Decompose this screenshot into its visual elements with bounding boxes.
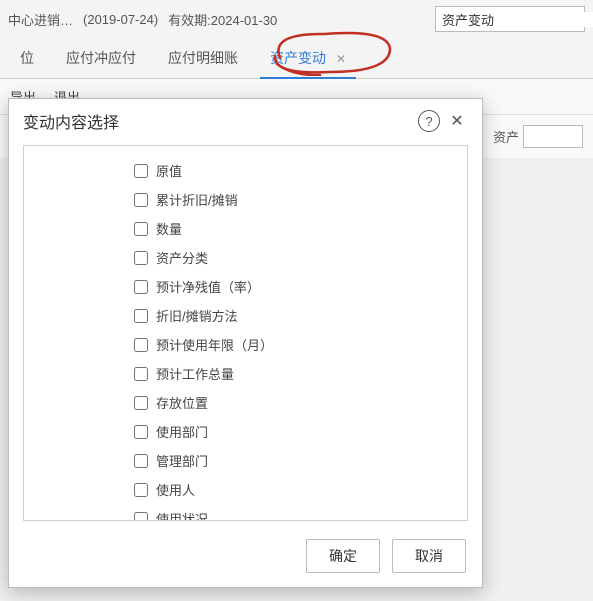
modal-header: 变动内容选择 ? ✕: [9, 99, 482, 143]
option-checkbox[interactable]: [134, 251, 148, 265]
option-item[interactable]: 使用部门: [134, 417, 467, 446]
option-item[interactable]: 资产分类: [134, 243, 467, 272]
search-box[interactable]: [435, 6, 585, 32]
option-label: 预计工作总量: [156, 364, 234, 383]
tab-item-3[interactable]: 资产变动 ✕: [254, 38, 362, 78]
modal-title: 变动内容选择: [23, 109, 412, 133]
option-item[interactable]: 预计净残值（率）: [134, 272, 467, 301]
header-bar: 中心进销… (2019-07-24) 有效期:2024-01-30: [0, 0, 593, 38]
option-item[interactable]: 数量: [134, 214, 467, 243]
option-item[interactable]: 使用人: [134, 475, 467, 504]
tab-item-0[interactable]: 位: [4, 38, 50, 78]
tab-label: 应付冲应付: [66, 50, 136, 66]
header-date: (2019-07-24): [83, 12, 158, 27]
search-input[interactable]: [442, 12, 593, 27]
option-item[interactable]: 管理部门: [134, 446, 467, 475]
modal-dialog: 变动内容选择 ? ✕ 原值累计折旧/摊销数量资产分类预计净残值（率） 折旧/摊销方…: [8, 98, 483, 588]
option-label: 数量: [156, 219, 182, 238]
tab-label: 资产变动: [270, 50, 326, 66]
option-label: 使用部门: [156, 422, 208, 441]
app-title: 中心进销…: [8, 10, 73, 29]
option-label: 预计使用年限（月）: [156, 335, 273, 354]
option-checkbox[interactable]: [134, 425, 148, 439]
tab-label: 应付明细账: [168, 50, 238, 66]
help-icon[interactable]: ?: [418, 110, 440, 132]
option-item[interactable]: 累计折旧/摊销: [134, 185, 467, 214]
asset-input[interactable]: [523, 125, 583, 148]
option-item[interactable]: 使用状况: [134, 504, 467, 521]
option-checkbox[interactable]: [134, 193, 148, 207]
tab-label: 位: [20, 50, 34, 66]
tab-bar: 位 应付冲应付 应付明细账 资产变动 ✕: [0, 38, 593, 79]
option-checkbox[interactable]: [134, 309, 148, 323]
option-label: 存放位置: [156, 393, 208, 412]
option-label: 预计净残值（率）: [156, 277, 260, 296]
option-label: 原值: [156, 161, 182, 180]
header-validity: 有效期:2024-01-30: [168, 10, 277, 29]
option-item[interactable]: 折旧/摊销方法: [134, 301, 467, 330]
modal-body: 原值累计折旧/摊销数量资产分类预计净残值（率） 折旧/摊销方法预计使用年限（月） 预…: [23, 145, 468, 521]
option-checkbox[interactable]: [134, 454, 148, 468]
close-icon[interactable]: ✕: [446, 110, 468, 132]
option-item[interactable]: 预计使用年限（月）: [134, 330, 467, 359]
option-checkbox[interactable]: [134, 338, 148, 352]
tab-item-2[interactable]: 应付明细账: [152, 38, 254, 78]
option-label: 使用状况: [156, 509, 208, 521]
modal-footer: 确定 取消: [9, 529, 482, 587]
option-label: 资产分类: [156, 248, 208, 267]
option-checkbox[interactable]: [134, 396, 148, 410]
option-checkbox[interactable]: [134, 222, 148, 236]
option-checkbox[interactable]: [134, 280, 148, 294]
option-checkbox[interactable]: [134, 367, 148, 381]
option-checkbox[interactable]: [134, 512, 148, 522]
option-checkbox[interactable]: [134, 483, 148, 497]
option-item[interactable]: 原值: [134, 156, 467, 185]
cancel-button[interactable]: 取消: [392, 539, 466, 573]
option-item[interactable]: 预计工作总量: [134, 359, 467, 388]
option-label: 折旧/摊销方法: [156, 306, 238, 325]
option-label: 使用人: [156, 480, 195, 499]
tab-item-1[interactable]: 应付冲应付: [50, 38, 152, 78]
ok-button[interactable]: 确定: [306, 539, 380, 573]
asset-label: 资产: [493, 127, 519, 146]
option-label: 累计折旧/摊销: [156, 190, 238, 209]
close-icon[interactable]: ✕: [336, 52, 346, 66]
option-item[interactable]: 存放位置: [134, 388, 467, 417]
option-label: 管理部门: [156, 451, 208, 470]
option-checkbox[interactable]: [134, 164, 148, 178]
